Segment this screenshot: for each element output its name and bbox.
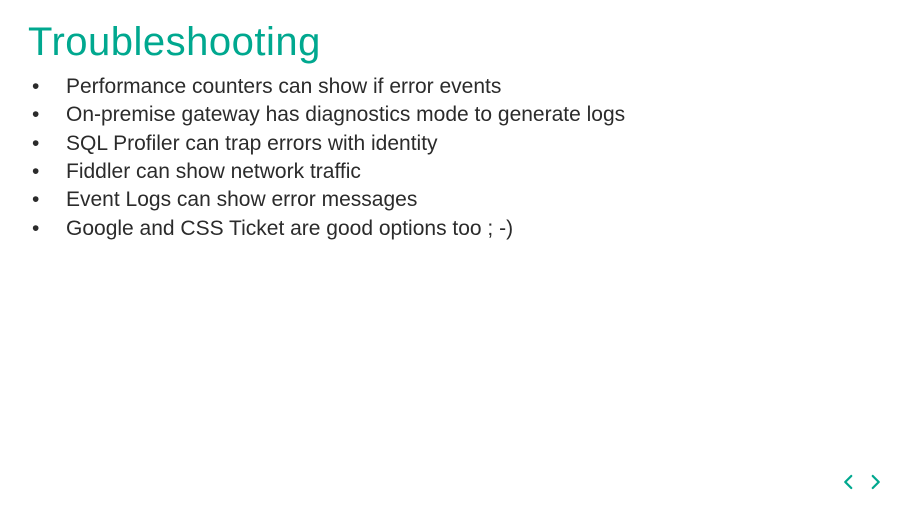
- bullet-list: • Performance counters can show if error…: [28, 73, 879, 243]
- chevron-left-icon: [840, 473, 858, 496]
- bullet-text: Fiddler can show network traffic: [66, 158, 361, 186]
- bullet-dot: •: [32, 158, 66, 186]
- slide: Troubleshooting • Performance counters c…: [0, 0, 907, 263]
- nav-controls: [839, 474, 885, 494]
- bullet-dot: •: [32, 73, 66, 101]
- chevron-right-icon: [866, 473, 884, 496]
- bullet-text: Event Logs can show error messages: [66, 186, 417, 214]
- bullet-text: On-premise gateway has diagnostics mode …: [66, 101, 625, 129]
- slide-title: Troubleshooting: [28, 20, 879, 65]
- next-button[interactable]: [865, 474, 885, 494]
- bullet-text: Performance counters can show if error e…: [66, 73, 501, 101]
- list-item: • Performance counters can show if error…: [32, 73, 879, 101]
- list-item: • Fiddler can show network traffic: [32, 158, 879, 186]
- list-item: • Google and CSS Ticket are good options…: [32, 215, 879, 243]
- bullet-dot: •: [32, 130, 66, 158]
- list-item: • Event Logs can show error messages: [32, 186, 879, 214]
- bullet-text: Google and CSS Ticket are good options t…: [66, 215, 513, 243]
- list-item: • On-premise gateway has diagnostics mod…: [32, 101, 879, 129]
- list-item: • SQL Profiler can trap errors with iden…: [32, 130, 879, 158]
- bullet-dot: •: [32, 215, 66, 243]
- bullet-dot: •: [32, 101, 66, 129]
- bullet-dot: •: [32, 186, 66, 214]
- prev-button[interactable]: [839, 474, 859, 494]
- bullet-text: SQL Profiler can trap errors with identi…: [66, 130, 438, 158]
